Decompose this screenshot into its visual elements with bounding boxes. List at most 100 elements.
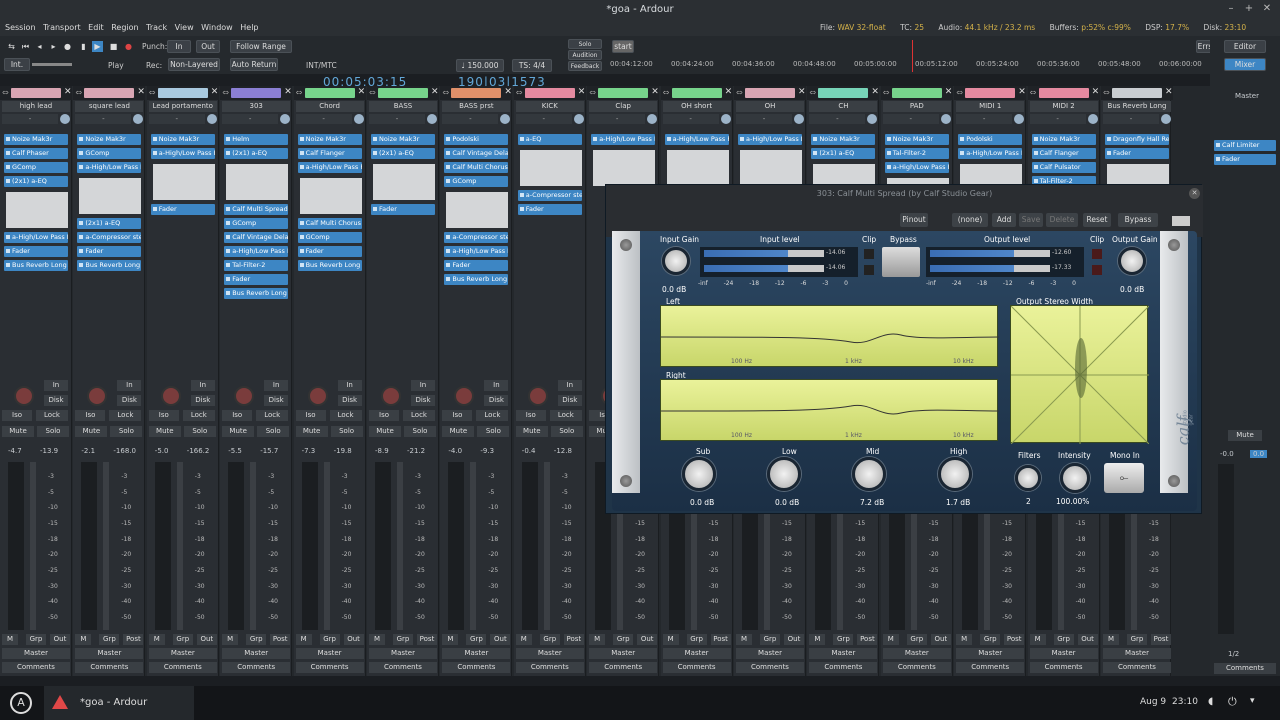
input-icon[interactable] bbox=[280, 114, 291, 124]
gain-value[interactable]: -4.0 bbox=[448, 447, 462, 455]
strip-color-bar[interactable] bbox=[1112, 88, 1162, 98]
strip-width-icon[interactable]: ⇔ bbox=[75, 88, 82, 97]
strip-width-icon[interactable]: ⇔ bbox=[736, 88, 743, 97]
strip-name[interactable]: BASS prst bbox=[442, 101, 511, 112]
mixer-button[interactable]: Mixer bbox=[1224, 58, 1266, 71]
strip-name[interactable]: 303 bbox=[222, 101, 291, 112]
strip-width-icon[interactable]: ⇔ bbox=[516, 88, 523, 97]
plugin-slot[interactable]: (2x1) a-EQ bbox=[4, 176, 68, 187]
meter-point-button[interactable]: M bbox=[2, 634, 18, 645]
gain-fader[interactable] bbox=[448, 462, 465, 630]
output-button[interactable]: Master bbox=[148, 648, 217, 659]
group-button[interactable]: Grp bbox=[906, 634, 927, 645]
meter-point-button[interactable]: M bbox=[148, 634, 165, 645]
strip-close-icon[interactable]: ✕ bbox=[358, 87, 366, 97]
plugin-slot[interactable]: a-High/Low Pass F bbox=[224, 246, 289, 257]
strip-width-icon[interactable]: ⇔ bbox=[2, 88, 9, 97]
plugin-slot[interactable]: Calf Vintage Delay bbox=[444, 148, 509, 159]
menu-view[interactable]: View bbox=[175, 20, 194, 36]
volume-icon[interactable]: ◖ bbox=[1208, 696, 1213, 707]
post-button[interactable]: Post bbox=[563, 634, 584, 645]
group-button[interactable]: Grp bbox=[760, 634, 780, 645]
plugin-slot[interactable]: Calf Pulsator bbox=[1031, 162, 1096, 173]
comments-button[interactable]: Comments bbox=[882, 662, 951, 673]
bypass-switch[interactable] bbox=[882, 247, 920, 277]
strip-close-icon[interactable]: ✕ bbox=[945, 87, 953, 97]
plugin-slot[interactable]: Noize Mak3r bbox=[77, 134, 142, 145]
plugin-slot[interactable]: Fader bbox=[4, 246, 68, 257]
mono-in-switch[interactable]: ⟜ bbox=[1104, 463, 1144, 493]
punch-out-button[interactable]: Out bbox=[196, 40, 220, 53]
plugin-slot[interactable]: a-High/Low Pass F bbox=[4, 232, 68, 243]
input-icon[interactable] bbox=[60, 114, 70, 124]
comments-button[interactable]: Comments bbox=[515, 662, 584, 673]
comments-button[interactable]: Comments bbox=[75, 662, 144, 673]
strip-input[interactable]: - bbox=[148, 114, 205, 124]
gain-fader[interactable] bbox=[375, 462, 391, 630]
plugin-slot[interactable]: Fader bbox=[1105, 148, 1169, 159]
plugin-slot[interactable]: Fader bbox=[1214, 154, 1276, 165]
master-gain-value[interactable]: 0.0 bbox=[1250, 450, 1268, 458]
iso-button[interactable]: Iso bbox=[515, 410, 546, 421]
iso-button[interactable]: Iso bbox=[369, 410, 399, 421]
strip-input[interactable]: - bbox=[882, 114, 939, 124]
out-button[interactable]: Out bbox=[343, 634, 364, 645]
post-button[interactable]: Post bbox=[1151, 634, 1171, 645]
input-button[interactable]: In bbox=[557, 380, 582, 391]
plugin-slot[interactable]: Helm bbox=[224, 134, 289, 145]
strip-input[interactable]: - bbox=[369, 114, 425, 124]
group-button[interactable]: Grp bbox=[99, 634, 120, 645]
input-icon[interactable] bbox=[867, 114, 878, 124]
input-icon[interactable] bbox=[206, 114, 217, 124]
plugin-slot[interactable]: Podolski bbox=[958, 134, 1023, 145]
mute-button[interactable]: Mute bbox=[295, 426, 328, 437]
post-button[interactable]: Post bbox=[857, 634, 878, 645]
comments-button[interactable]: Comments bbox=[222, 662, 291, 673]
lock-button[interactable]: Lock bbox=[329, 410, 362, 421]
plugin-slot[interactable]: Fader bbox=[224, 274, 289, 285]
disk-button[interactable]: Disk bbox=[484, 395, 509, 406]
bypass-button[interactable]: Bypass bbox=[1118, 213, 1158, 227]
input-icon[interactable] bbox=[353, 114, 364, 124]
strip-input[interactable]: - bbox=[1029, 114, 1086, 124]
mute-button[interactable]: Mute bbox=[2, 426, 34, 437]
group-button[interactable]: Grp bbox=[613, 634, 634, 645]
output-button[interactable]: Master bbox=[589, 648, 658, 659]
plugin-slot[interactable]: Fader bbox=[77, 246, 142, 257]
input-icon[interactable] bbox=[500, 114, 511, 124]
strip-input[interactable]: - bbox=[956, 114, 1013, 124]
output-button[interactable]: Master bbox=[1103, 648, 1171, 659]
group-button[interactable]: Grp bbox=[393, 634, 413, 645]
comments-button[interactable]: Comments bbox=[956, 662, 1025, 673]
disk-button[interactable]: Disk bbox=[411, 395, 435, 406]
input-button[interactable]: In bbox=[190, 380, 215, 391]
strip-color-bar[interactable] bbox=[231, 88, 282, 98]
input-button[interactable]: In bbox=[484, 380, 509, 391]
iso-button[interactable]: Iso bbox=[148, 410, 179, 421]
strip-color-bar[interactable] bbox=[891, 88, 942, 98]
plugin-slot[interactable]: Bus Reverb Long bbox=[297, 260, 362, 271]
strip-close-icon[interactable]: ✕ bbox=[725, 87, 733, 97]
tempo-display[interactable]: ♩ 150.000 bbox=[456, 59, 504, 72]
strip-color-bar[interactable] bbox=[84, 88, 135, 98]
plugin-slot[interactable]: (2x1) a-EQ bbox=[224, 148, 289, 159]
strip-name[interactable]: Chord bbox=[295, 101, 364, 112]
rewind-icon[interactable]: ◂ bbox=[34, 41, 45, 52]
gain-value[interactable]: -4.7 bbox=[8, 447, 22, 455]
output-button[interactable]: Master bbox=[956, 648, 1025, 659]
plugin-slot[interactable]: Noize Mak3r bbox=[297, 134, 362, 145]
output-gain-knob[interactable] bbox=[1118, 247, 1146, 275]
plugin-slot[interactable]: Calf Multi Spread bbox=[224, 204, 289, 215]
stop-square-icon[interactable]: ■ bbox=[108, 41, 119, 52]
loop-icon[interactable]: ⇆ bbox=[6, 41, 17, 52]
menu-window[interactable]: Window bbox=[201, 20, 233, 36]
strip-close-icon[interactable]: ✕ bbox=[211, 87, 219, 97]
output-button[interactable]: Master bbox=[515, 648, 584, 659]
plugin-menu-icon[interactable] bbox=[1172, 216, 1190, 226]
output-button[interactable]: Master bbox=[736, 648, 804, 659]
out-button[interactable]: Out bbox=[490, 634, 511, 645]
meter-point-button[interactable]: M bbox=[442, 634, 459, 645]
strip-width-icon[interactable]: ⇔ bbox=[369, 88, 376, 97]
non-layered-button[interactable]: Non-Layered bbox=[168, 58, 220, 71]
plugin-slot[interactable]: Calf Flanger bbox=[297, 148, 362, 159]
